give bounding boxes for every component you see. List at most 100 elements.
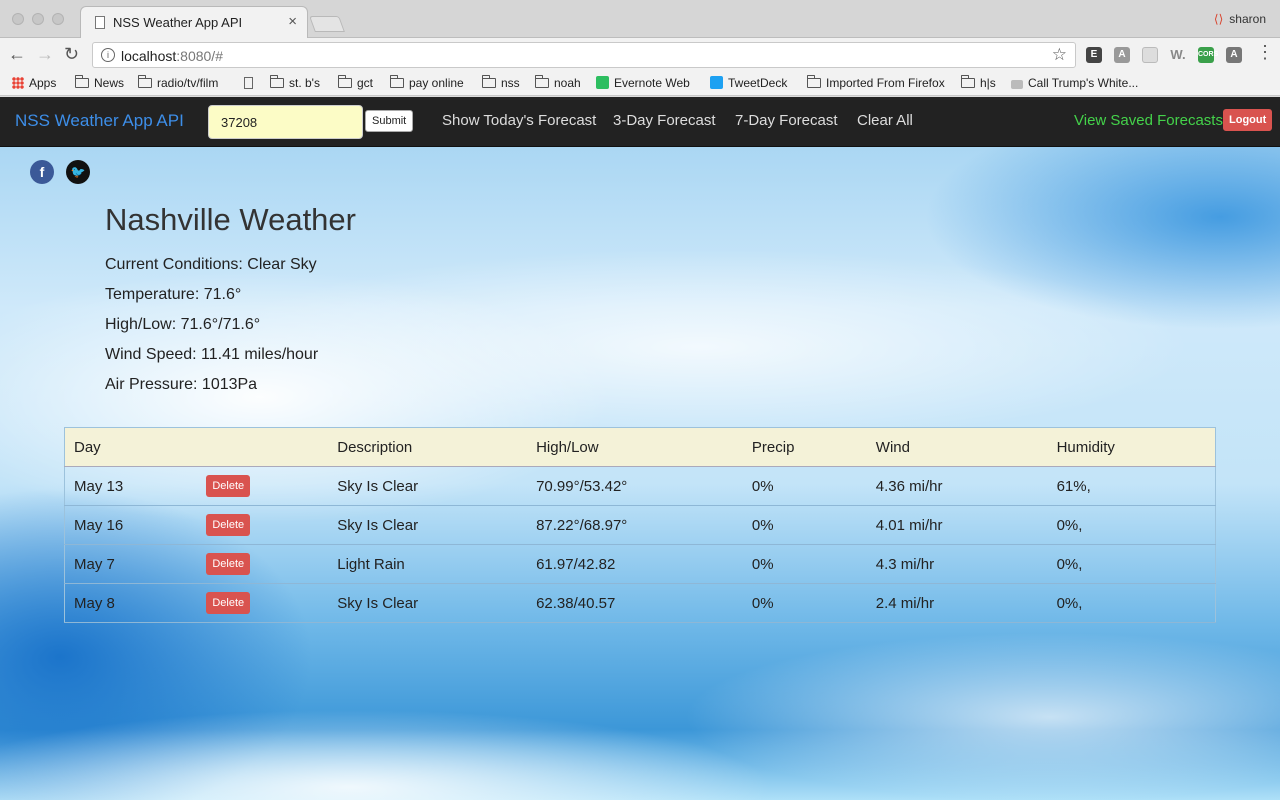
humidity-cell: 0%,	[1047, 544, 1216, 584]
table-header-row: Day Description High/Low Precip Wind Hum…	[64, 427, 1216, 467]
column-header: Day	[64, 427, 198, 467]
humidity-cell: 0%,	[1047, 505, 1216, 545]
high-low-cell: 87.22°/68.97°	[527, 505, 743, 545]
wind-cell: 4.3 mi/hr	[866, 544, 1048, 584]
column-header: Humidity	[1047, 427, 1216, 467]
delete-button[interactable]: Delete	[206, 475, 251, 497]
day-cell: May 13	[64, 466, 198, 506]
bookmark-pay-online[interactable]: pay online	[390, 75, 464, 90]
extension-blank-icon[interactable]	[1142, 47, 1158, 63]
bookmark-page[interactable]	[244, 76, 253, 90]
profile-button[interactable]: ⟨⟩ sharon	[1214, 12, 1266, 26]
bookmark-news[interactable]: News	[75, 75, 124, 90]
table-row: May 13 Delete Sky Is Clear 70.99°/53.42°…	[64, 466, 1216, 506]
precip-cell: 0%	[742, 505, 867, 545]
browser-tabstrip: NSS Weather App API × ⟨⟩ sharon	[0, 0, 1280, 38]
column-header: High/Low	[527, 427, 743, 467]
table-row: May 16 Delete Sky Is Clear 87.22°/68.97°…	[64, 505, 1216, 545]
facebook-icon[interactable]: f	[30, 160, 54, 184]
city-heading: Nashville Weather	[105, 202, 356, 237]
bookmark-imported[interactable]: Imported From Firefox	[807, 75, 945, 90]
folder-icon	[535, 75, 549, 88]
submit-button[interactable]: Submit	[365, 110, 414, 132]
new-tab-button[interactable]	[309, 16, 345, 32]
forward-arrow-icon[interactable]: →	[36, 44, 54, 65]
table-row: May 7 Delete Light Rain 61.97/42.82 0% 4…	[64, 544, 1216, 584]
bookmark-star-icon[interactable]: ☆	[1052, 45, 1067, 65]
folder-icon	[390, 75, 404, 88]
day-cell: May 7	[64, 544, 198, 584]
reload-icon[interactable]: ↻	[64, 44, 79, 65]
humidity-cell: 0%,	[1047, 583, 1216, 623]
info-icon[interactable]: i	[101, 48, 115, 62]
view-saved-forecasts-link[interactable]: View Saved Forecasts	[1074, 112, 1223, 129]
bookmark-hs[interactable]: h|s	[961, 75, 996, 90]
window-zoom-dot[interactable]	[52, 13, 64, 25]
zip-input[interactable]	[208, 105, 363, 139]
menu-dots-icon[interactable]: ⋮	[1256, 42, 1274, 63]
description-cell: Light Rain	[328, 544, 528, 584]
bookmark-gct[interactable]: gct	[338, 75, 373, 90]
folder-icon	[270, 75, 284, 88]
twitter-icon[interactable]: 🐦	[66, 160, 90, 184]
day-cell: May 16	[64, 505, 198, 545]
high-low: High/Low: 71.6°/71.6°	[105, 316, 261, 333]
apps-grid-icon	[12, 77, 24, 89]
bookmark-noah[interactable]: noah	[535, 75, 581, 90]
bookmark-nss[interactable]: nss	[482, 75, 520, 90]
tab-title: NSS Weather App API	[113, 15, 243, 30]
tweetdeck-icon	[710, 76, 723, 89]
wind-cell: 4.36 mi/hr	[866, 466, 1048, 506]
bookmark-whitehouse[interactable]: Call Trump's White...	[1011, 76, 1138, 90]
folder-icon	[338, 75, 352, 88]
evernote-extension-icon[interactable]: E	[1086, 47, 1102, 63]
folder-icon	[961, 75, 975, 88]
precip-cell: 0%	[742, 544, 867, 584]
description-cell: Sky Is Clear	[328, 583, 528, 623]
todays-forecast-link[interactable]: Show Today's Forecast	[442, 112, 596, 129]
precip-cell: 0%	[742, 466, 867, 506]
three-day-forecast-link[interactable]: 3-Day Forecast	[613, 112, 716, 129]
seven-day-forecast-link[interactable]: 7-Day Forecast	[735, 112, 838, 129]
delete-button[interactable]: Delete	[206, 592, 251, 614]
bookmark-radio[interactable]: radio/tv/film	[138, 75, 218, 90]
page-icon	[244, 77, 253, 89]
precip-cell: 0%	[742, 583, 867, 623]
air-pressure: Air Pressure: 1013Pa	[105, 376, 258, 393]
day-cell: May 8	[64, 583, 198, 623]
column-header: Description	[328, 427, 528, 467]
tab-close-icon[interactable]: ×	[288, 13, 297, 30]
profile-icon: ⟨⟩	[1213, 12, 1224, 26]
folder-icon	[138, 75, 152, 88]
extension-icon[interactable]: A	[1114, 47, 1130, 63]
column-header	[197, 427, 329, 467]
window-close-dot[interactable]	[12, 13, 24, 25]
delete-button[interactable]: Delete	[206, 553, 251, 575]
browser-toolbar: ← → ↻ i localhost:8080/# ☆ E A W. CORS A…	[0, 38, 1280, 72]
address-bar[interactable]: i localhost:8080/# ☆	[92, 42, 1076, 68]
bookmarks-bar: Apps News radio/tv/film st. b's gct pay …	[0, 72, 1280, 96]
logout-button[interactable]: Logout	[1223, 109, 1273, 131]
current-conditions: Current Conditions: Clear Sky	[105, 256, 317, 273]
angular-extension-icon[interactable]: A	[1226, 47, 1242, 63]
brand-link[interactable]: NSS Weather App API	[15, 111, 184, 131]
cors-extension-icon[interactable]: CORS	[1198, 47, 1218, 63]
bookmark-apps[interactable]: Apps	[12, 76, 56, 90]
saved-forecast-table: Day Description High/Low Precip Wind Hum…	[64, 427, 1216, 623]
clear-all-link[interactable]: Clear All	[857, 112, 913, 129]
description-cell: Sky Is Clear	[328, 505, 528, 545]
high-low-cell: 70.99°/53.42°	[527, 466, 743, 506]
delete-button[interactable]: Delete	[206, 514, 251, 536]
bookmark-evernote[interactable]: Evernote Web	[596, 76, 690, 90]
window-minimize-dot[interactable]	[32, 13, 44, 25]
browser-tab[interactable]: NSS Weather App API ×	[80, 6, 308, 38]
table-row: May 8 Delete Sky Is Clear 62.38/40.57 0%…	[64, 583, 1216, 623]
folder-icon	[75, 75, 89, 88]
w-extension-icon[interactable]: W.	[1170, 47, 1186, 63]
evernote-icon	[596, 76, 609, 89]
bookmark-st-bs[interactable]: st. b's	[270, 75, 320, 90]
back-arrow-icon[interactable]: ←	[8, 44, 26, 65]
bookmark-tweetdeck[interactable]: TweetDeck	[710, 76, 787, 90]
description-cell: Sky Is Clear	[328, 466, 528, 506]
high-low-cell: 62.38/40.57	[527, 583, 743, 623]
